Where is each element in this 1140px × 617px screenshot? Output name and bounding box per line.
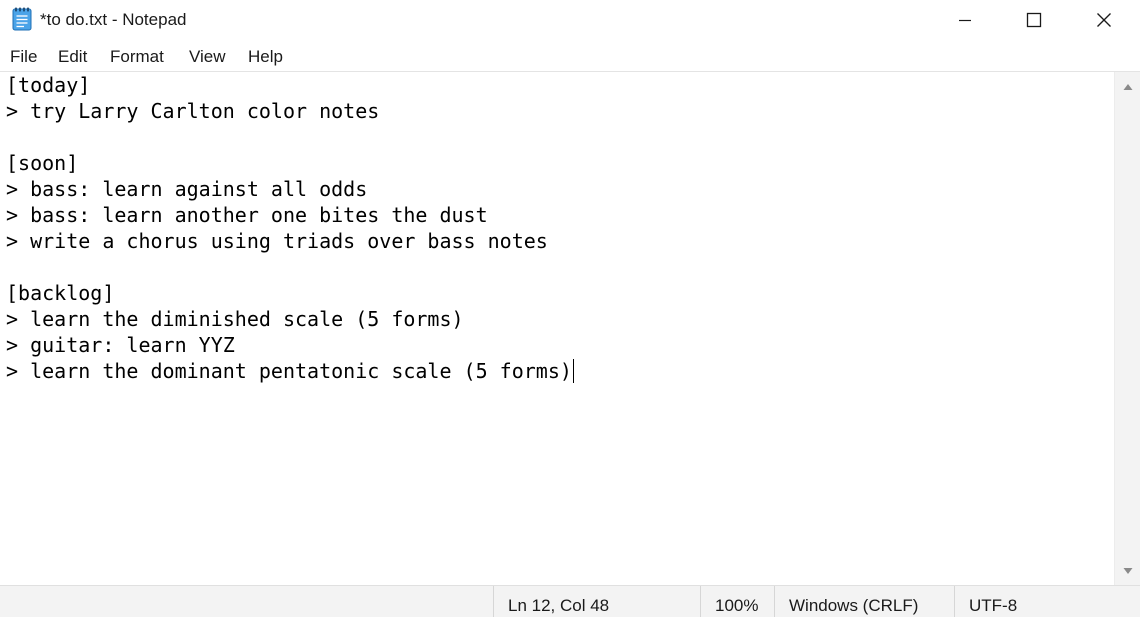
- close-icon: [1096, 12, 1112, 28]
- editor-line-current[interactable]: > learn the dominant pentatonic scale (5…: [6, 358, 574, 384]
- menu-edit[interactable]: Edit: [58, 47, 87, 67]
- menu-format[interactable]: Format: [110, 47, 164, 67]
- minimize-icon: [958, 13, 972, 27]
- notepad-icon: [12, 7, 32, 31]
- maximize-icon: [1026, 12, 1042, 28]
- status-cursor-position: Ln 12, Col 48: [493, 586, 700, 617]
- close-button[interactable]: [1069, 0, 1139, 40]
- window-title: *to do.txt - Notepad: [40, 10, 187, 29]
- status-bar: Ln 12, Col 48 100% Windows (CRLF) UTF-8: [0, 585, 1140, 617]
- text-caret: [572, 359, 574, 383]
- menu-bar: File Edit Format View Help: [0, 40, 1140, 72]
- minimize-button[interactable]: [930, 0, 1000, 40]
- editor-line[interactable]: [today]: [6, 72, 574, 98]
- text-editor[interactable]: [today] > try Larry Carlton color notes …: [0, 72, 1114, 585]
- editor-line[interactable]: > learn the diminished scale (5 forms): [6, 306, 574, 332]
- editor-line[interactable]: [backlog]: [6, 280, 574, 306]
- status-encoding: UTF-8: [954, 586, 1140, 617]
- editor-line[interactable]: [soon]: [6, 150, 574, 176]
- menu-file[interactable]: File: [10, 47, 37, 67]
- editor-line[interactable]: [6, 254, 574, 280]
- scroll-down-arrow-icon[interactable]: [1122, 565, 1134, 577]
- editor-line[interactable]: > try Larry Carlton color notes: [6, 98, 574, 124]
- title-bar[interactable]: *to do.txt - Notepad: [0, 0, 1140, 40]
- editor-line[interactable]: > write a chorus using triads over bass …: [6, 228, 574, 254]
- editor-line[interactable]: > bass: learn against all odds: [6, 176, 574, 202]
- maximize-button[interactable]: [999, 0, 1069, 40]
- menu-help[interactable]: Help: [248, 47, 283, 67]
- editor-line[interactable]: > guitar: learn YYZ: [6, 332, 574, 358]
- editor-content[interactable]: [today] > try Larry Carlton color notes …: [6, 72, 574, 384]
- menu-view[interactable]: View: [189, 47, 226, 67]
- status-line-ending: Windows (CRLF): [774, 586, 954, 617]
- editor-line[interactable]: [6, 124, 574, 150]
- editor-line-text: > learn the dominant pentatonic scale (5…: [6, 359, 572, 383]
- vertical-scrollbar[interactable]: [1114, 72, 1140, 585]
- editor-line[interactable]: > bass: learn another one bites the dust: [6, 202, 574, 228]
- scroll-up-arrow-icon[interactable]: [1122, 81, 1134, 93]
- status-zoom: 100%: [700, 586, 774, 617]
